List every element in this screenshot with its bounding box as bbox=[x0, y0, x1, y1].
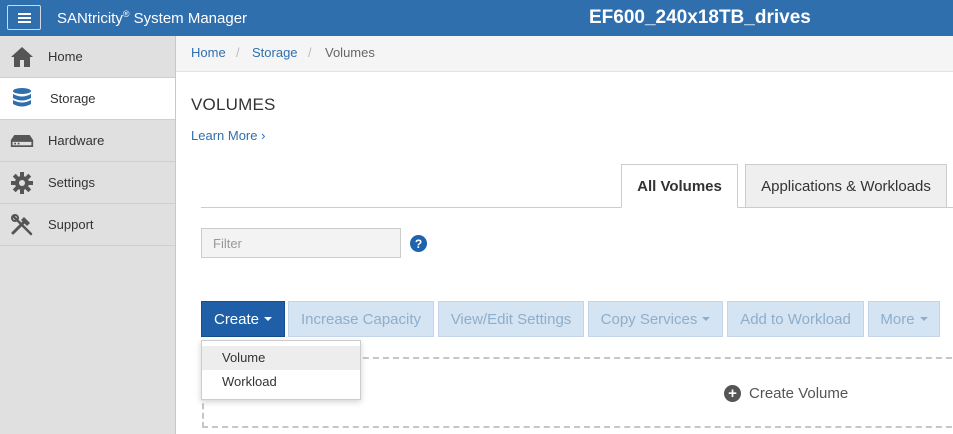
sidebar-item-home[interactable]: Home bbox=[0, 36, 175, 78]
add-to-workload-button[interactable]: Add to Workload bbox=[727, 301, 864, 337]
sidebar-item-label: Settings bbox=[48, 175, 95, 190]
breadcrumb-home-link[interactable]: Home bbox=[191, 45, 226, 60]
tools-icon bbox=[11, 214, 33, 236]
create-dropdown-menu: Volume Workload bbox=[201, 340, 361, 400]
increase-capacity-button[interactable]: Increase Capacity bbox=[288, 301, 434, 337]
menu-item-volume[interactable]: Volume bbox=[202, 346, 360, 370]
tab-applications-workloads[interactable]: Applications & Workloads bbox=[745, 164, 947, 208]
system-name: EF600_240x18TB_drives bbox=[589, 7, 811, 28]
page-title: VOLUMES bbox=[191, 95, 276, 114]
breadcrumb: Home / Storage / Volumes bbox=[176, 36, 953, 72]
more-button[interactable]: More bbox=[868, 301, 940, 337]
sidebar-item-storage[interactable]: Storage bbox=[0, 78, 175, 120]
home-icon bbox=[11, 47, 33, 67]
breadcrumb-separator: / bbox=[236, 45, 240, 60]
sidebar-item-label: Home bbox=[48, 49, 83, 64]
menu-toggle-button[interactable] bbox=[7, 5, 41, 30]
help-icon[interactable]: ? bbox=[410, 235, 427, 252]
breadcrumb-storage-link[interactable]: Storage bbox=[252, 45, 298, 60]
filter-input[interactable] bbox=[201, 228, 401, 258]
sidebar-item-support[interactable]: Support bbox=[0, 204, 175, 246]
learn-more-link[interactable]: Learn More › bbox=[191, 128, 265, 143]
hardware-icon bbox=[10, 135, 34, 147]
copy-services-button[interactable]: Copy Services bbox=[588, 301, 723, 337]
sidebar-item-hardware[interactable]: Hardware bbox=[0, 120, 175, 162]
caret-down-icon bbox=[919, 317, 928, 321]
storage-icon bbox=[13, 88, 31, 107]
sidebar-nav: Home Storage Hardware Settings Support bbox=[0, 36, 176, 434]
chevron-right-icon: › bbox=[261, 128, 266, 143]
sidebar-item-settings[interactable]: Settings bbox=[0, 162, 175, 204]
gear-icon bbox=[11, 172, 33, 194]
app-title: SANtricity® System Manager bbox=[57, 9, 248, 27]
sidebar-item-label: Support bbox=[48, 217, 94, 232]
breadcrumb-separator: / bbox=[308, 45, 312, 60]
caret-down-icon bbox=[702, 317, 711, 321]
view-edit-settings-button[interactable]: View/Edit Settings bbox=[438, 301, 584, 337]
create-volume-link[interactable]: + Create Volume bbox=[724, 385, 848, 402]
top-header: SANtricity® System Manager EF600_240x18T… bbox=[0, 0, 953, 36]
sidebar-item-label: Hardware bbox=[48, 133, 105, 148]
create-button[interactable]: Create bbox=[201, 301, 285, 337]
tab-all-volumes[interactable]: All Volumes bbox=[621, 164, 738, 208]
hamburger-icon bbox=[17, 12, 31, 15]
breadcrumb-current: Volumes bbox=[325, 45, 375, 60]
caret-down-icon bbox=[264, 317, 273, 321]
plus-circle-icon: + bbox=[724, 385, 741, 402]
menu-item-workload[interactable]: Workload bbox=[202, 370, 360, 394]
sidebar-item-label: Storage bbox=[50, 91, 96, 106]
